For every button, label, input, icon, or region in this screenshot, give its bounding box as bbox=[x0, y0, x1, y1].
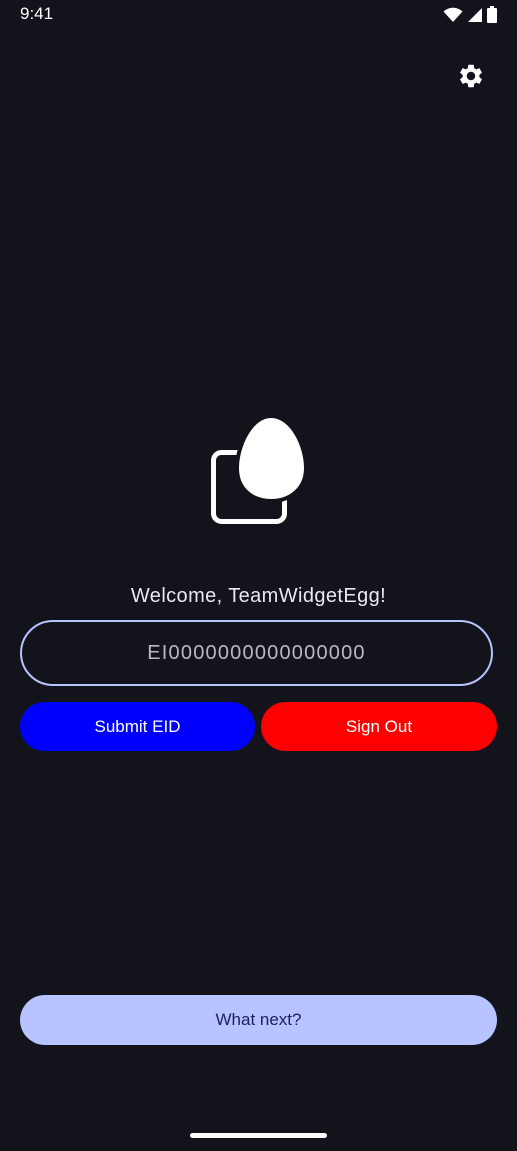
egg-widget-logo-icon bbox=[208, 413, 310, 532]
status-bar: 9:41 bbox=[0, 0, 517, 30]
welcome-text: Welcome, TeamWidgetEgg! bbox=[130, 585, 387, 607]
submit-eid-button[interactable]: Submit EID bbox=[20, 702, 255, 751]
eid-input[interactable] bbox=[22, 640, 491, 666]
status-time: 9:41 bbox=[20, 4, 54, 23]
what-next-button[interactable]: What next? bbox=[20, 995, 497, 1045]
home-indicator[interactable] bbox=[190, 1133, 327, 1138]
eid-field[interactable] bbox=[20, 620, 493, 686]
wifi-icon bbox=[443, 7, 463, 28]
app-logo bbox=[208, 412, 310, 528]
gear-icon bbox=[457, 62, 485, 95]
settings-button[interactable] bbox=[456, 63, 486, 93]
cellular-signal-icon bbox=[467, 7, 483, 28]
status-icons bbox=[443, 6, 497, 28]
sign-out-button[interactable]: Sign Out bbox=[261, 702, 497, 751]
battery-icon bbox=[487, 6, 497, 28]
